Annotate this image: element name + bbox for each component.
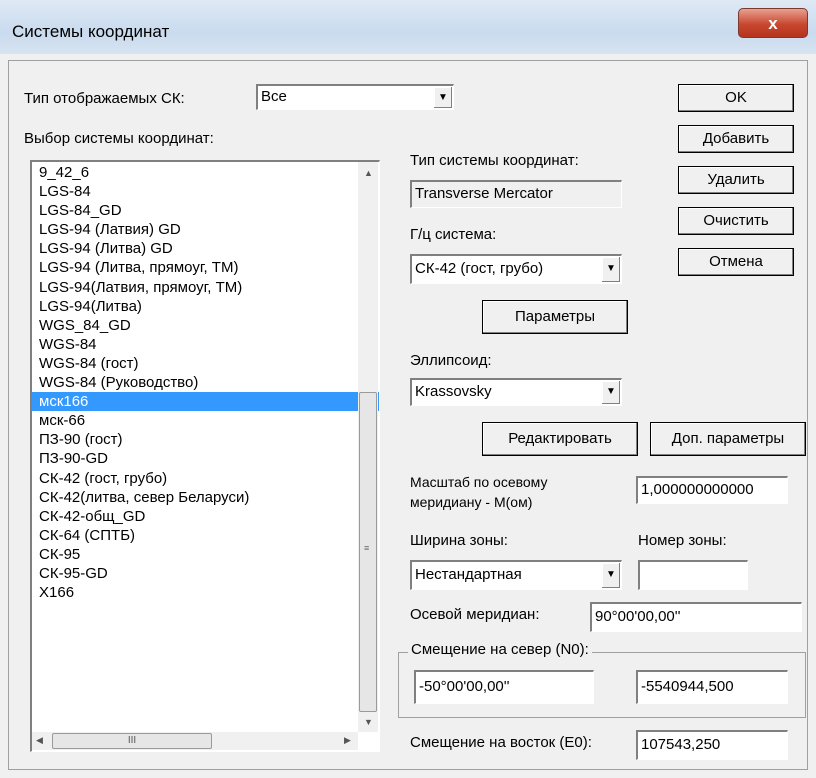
edit-button[interactable]: Редактировать bbox=[482, 422, 638, 456]
scale-label-line1: Масштаб по осевому bbox=[410, 474, 548, 490]
zone-width-label: Ширина зоны: bbox=[410, 532, 508, 549]
list-item[interactable]: WGS-84 (Руководство) bbox=[32, 373, 379, 392]
list-item[interactable]: LGS-84_GD bbox=[32, 201, 379, 220]
list-item[interactable]: LGS-84 bbox=[32, 182, 379, 201]
cs-type-value: Transverse Mercator bbox=[415, 185, 553, 202]
east-offset-value: 107543,250 bbox=[641, 736, 721, 753]
cs-type-field: Transverse Mercator bbox=[410, 180, 622, 208]
display-type-label: Тип отображаемых СК: bbox=[24, 90, 185, 107]
zone-width-value: Нестандартная bbox=[415, 566, 522, 583]
zone-number-input[interactable] bbox=[638, 560, 748, 590]
clear-button[interactable]: Очистить bbox=[678, 207, 794, 235]
list-item[interactable]: СК-95-GD bbox=[32, 564, 379, 583]
grip-icon: ≡ bbox=[364, 543, 370, 553]
list-vertical-scrollbar[interactable]: ▲ ≡ ▼ bbox=[358, 162, 378, 732]
horizontal-scroll-thumb[interactable]: III bbox=[52, 733, 212, 749]
display-type-select[interactable]: Все ▼ bbox=[256, 84, 454, 110]
scale-value: 1,000000000000 bbox=[641, 481, 754, 498]
add-button[interactable]: Добавить bbox=[678, 125, 794, 153]
list-item[interactable]: СК-64 (СПТБ) bbox=[32, 526, 379, 545]
list-item[interactable]: мск166 bbox=[32, 392, 379, 412]
list-item[interactable]: WGS-84 bbox=[32, 335, 379, 354]
close-button[interactable]: x bbox=[738, 8, 808, 38]
list-item[interactable]: СК-42-общ_GD bbox=[32, 507, 379, 526]
list-horizontal-scrollbar[interactable]: ◀ III ▶ bbox=[32, 732, 358, 750]
title-bar: Системы координат x bbox=[0, 0, 816, 54]
north-offset-angle-value: -50°00'00,00'' bbox=[419, 678, 510, 695]
geo-system-label: Г/ц система: bbox=[410, 226, 497, 243]
extra-parameters-button[interactable]: Доп. параметры bbox=[650, 422, 806, 456]
ellipsoid-value: Krassovsky bbox=[415, 383, 492, 400]
grip-icon: III bbox=[127, 735, 137, 746]
list-item[interactable]: LGS-94 (Литва, прямоуг, ТМ) bbox=[32, 258, 379, 277]
chevron-down-icon[interactable]: ▼ bbox=[601, 381, 620, 404]
list-item[interactable]: СК-42(литва, север Беларуси) bbox=[32, 488, 379, 507]
zone-number-label: Номер зоны: bbox=[638, 532, 727, 549]
central-meridian-input[interactable]: 90°00'00,00'' bbox=[590, 602, 802, 632]
list-item[interactable]: 9_42_6 bbox=[32, 163, 379, 182]
ellipsoid-label: Эллипсоид: bbox=[410, 352, 492, 369]
list-item[interactable]: ПЗ-90-GD bbox=[32, 449, 379, 468]
north-offset-label: Смещение на север (N0): bbox=[408, 641, 592, 658]
central-meridian-value: 90°00'00,00'' bbox=[595, 608, 681, 625]
scroll-left-icon[interactable]: ◀ bbox=[36, 735, 43, 746]
central-meridian-label: Осевой меридиан: bbox=[410, 606, 540, 623]
ok-button[interactable]: OK bbox=[678, 84, 794, 112]
north-offset-value: -5540944,500 bbox=[641, 678, 734, 695]
geo-system-value: СК-42 (гост, грубо) bbox=[415, 260, 544, 277]
list-item[interactable]: СК-95 bbox=[32, 545, 379, 564]
list-item[interactable]: LGS-94(Латвия, прямоуг, ТМ) bbox=[32, 278, 379, 297]
display-type-value: Все bbox=[261, 88, 287, 105]
list-item[interactable]: LGS-94 (Литва) GD bbox=[32, 239, 379, 258]
scroll-up-icon[interactable]: ▲ bbox=[364, 168, 373, 178]
parameters-button[interactable]: Параметры bbox=[482, 300, 628, 334]
list-item[interactable]: ПЗ-90 (гост) bbox=[32, 430, 379, 449]
window-title: Системы координат bbox=[12, 22, 170, 41]
list-item[interactable]: LGS-94(Литва) bbox=[32, 297, 379, 316]
list-item[interactable]: мск-66 bbox=[32, 411, 379, 430]
coordinate-systems-dialog: Системы координат x Тип отображаемых СК:… bbox=[0, 0, 816, 778]
list-item[interactable]: LGS-94 (Латвия) GD bbox=[32, 220, 379, 239]
zone-width-select[interactable]: Нестандартная ▼ bbox=[410, 560, 622, 590]
list-item[interactable]: СК-42 (гост, грубо) bbox=[32, 469, 379, 488]
list-item[interactable]: WGS-84 (гост) bbox=[32, 354, 379, 373]
coordinate-system-list[interactable]: 9_42_6 LGS-84 LGS-84_GD LGS-94 (Латвия) GD L… bbox=[30, 160, 380, 752]
cs-type-label: Тип системы координат: bbox=[410, 152, 579, 169]
east-offset-input[interactable]: 107543,250 bbox=[636, 730, 788, 760]
east-offset-label: Смещение на восток (E0): bbox=[410, 734, 592, 751]
chevron-down-icon[interactable]: ▼ bbox=[433, 87, 452, 108]
scale-input[interactable]: 1,000000000000 bbox=[636, 476, 788, 504]
scroll-right-icon[interactable]: ▶ bbox=[344, 735, 351, 746]
delete-button[interactable]: Удалить bbox=[678, 166, 794, 194]
north-offset-angle-input[interactable]: -50°00'00,00'' bbox=[414, 670, 594, 704]
vertical-scroll-thumb[interactable]: ≡ bbox=[359, 392, 377, 712]
geo-system-select[interactable]: СК-42 (гост, грубо) ▼ bbox=[410, 254, 622, 284]
list-item[interactable]: X166 bbox=[32, 583, 379, 602]
chevron-down-icon[interactable]: ▼ bbox=[601, 563, 620, 588]
cs-list-label: Выбор системы координат: bbox=[24, 130, 214, 147]
scale-label-line2: меридиану - М(ом) bbox=[410, 494, 533, 510]
north-offset-value-input[interactable]: -5540944,500 bbox=[636, 670, 788, 704]
list-item[interactable]: WGS_84_GD bbox=[32, 316, 379, 335]
close-icon: x bbox=[768, 14, 778, 33]
ellipsoid-select[interactable]: Krassovsky ▼ bbox=[410, 378, 622, 406]
chevron-down-icon[interactable]: ▼ bbox=[601, 257, 620, 282]
scroll-down-icon[interactable]: ▼ bbox=[364, 717, 373, 727]
cancel-button[interactable]: Отмена bbox=[678, 248, 794, 276]
